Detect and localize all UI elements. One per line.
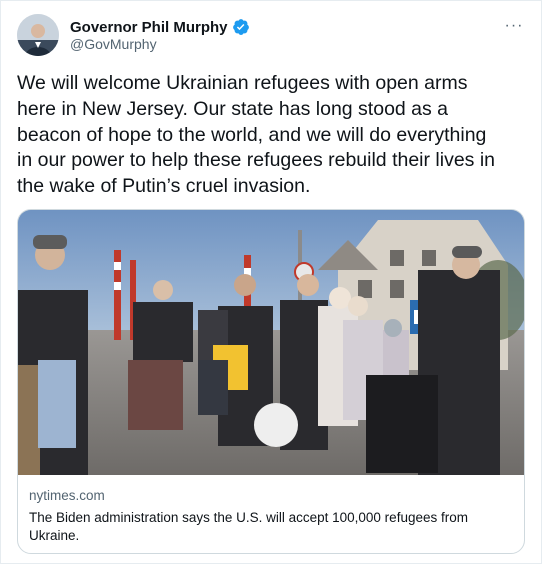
card-meta: nytimes.com The Biden administration say…	[18, 475, 524, 545]
tweet-text: We will welcome Ukrainian refugees with …	[17, 72, 496, 198]
tweet-card[interactable]: Governor Phil Murphy @GovMurphy ··· We w…	[0, 0, 542, 564]
author-name-row: Governor Phil Murphy	[70, 17, 250, 37]
avatar[interactable]	[17, 14, 59, 56]
verified-badge-icon	[232, 18, 250, 36]
link-preview-card[interactable]: nytimes.com The Biden administration say…	[17, 209, 525, 554]
more-options-button[interactable]: ···	[501, 15, 527, 37]
display-name[interactable]: Governor Phil Murphy	[70, 19, 228, 36]
card-title: The Biden administration says the U.S. w…	[29, 510, 468, 543]
author-handle[interactable]: @GovMurphy	[70, 36, 157, 52]
card-domain: nytimes.com	[29, 488, 105, 503]
card-image[interactable]	[18, 210, 524, 475]
